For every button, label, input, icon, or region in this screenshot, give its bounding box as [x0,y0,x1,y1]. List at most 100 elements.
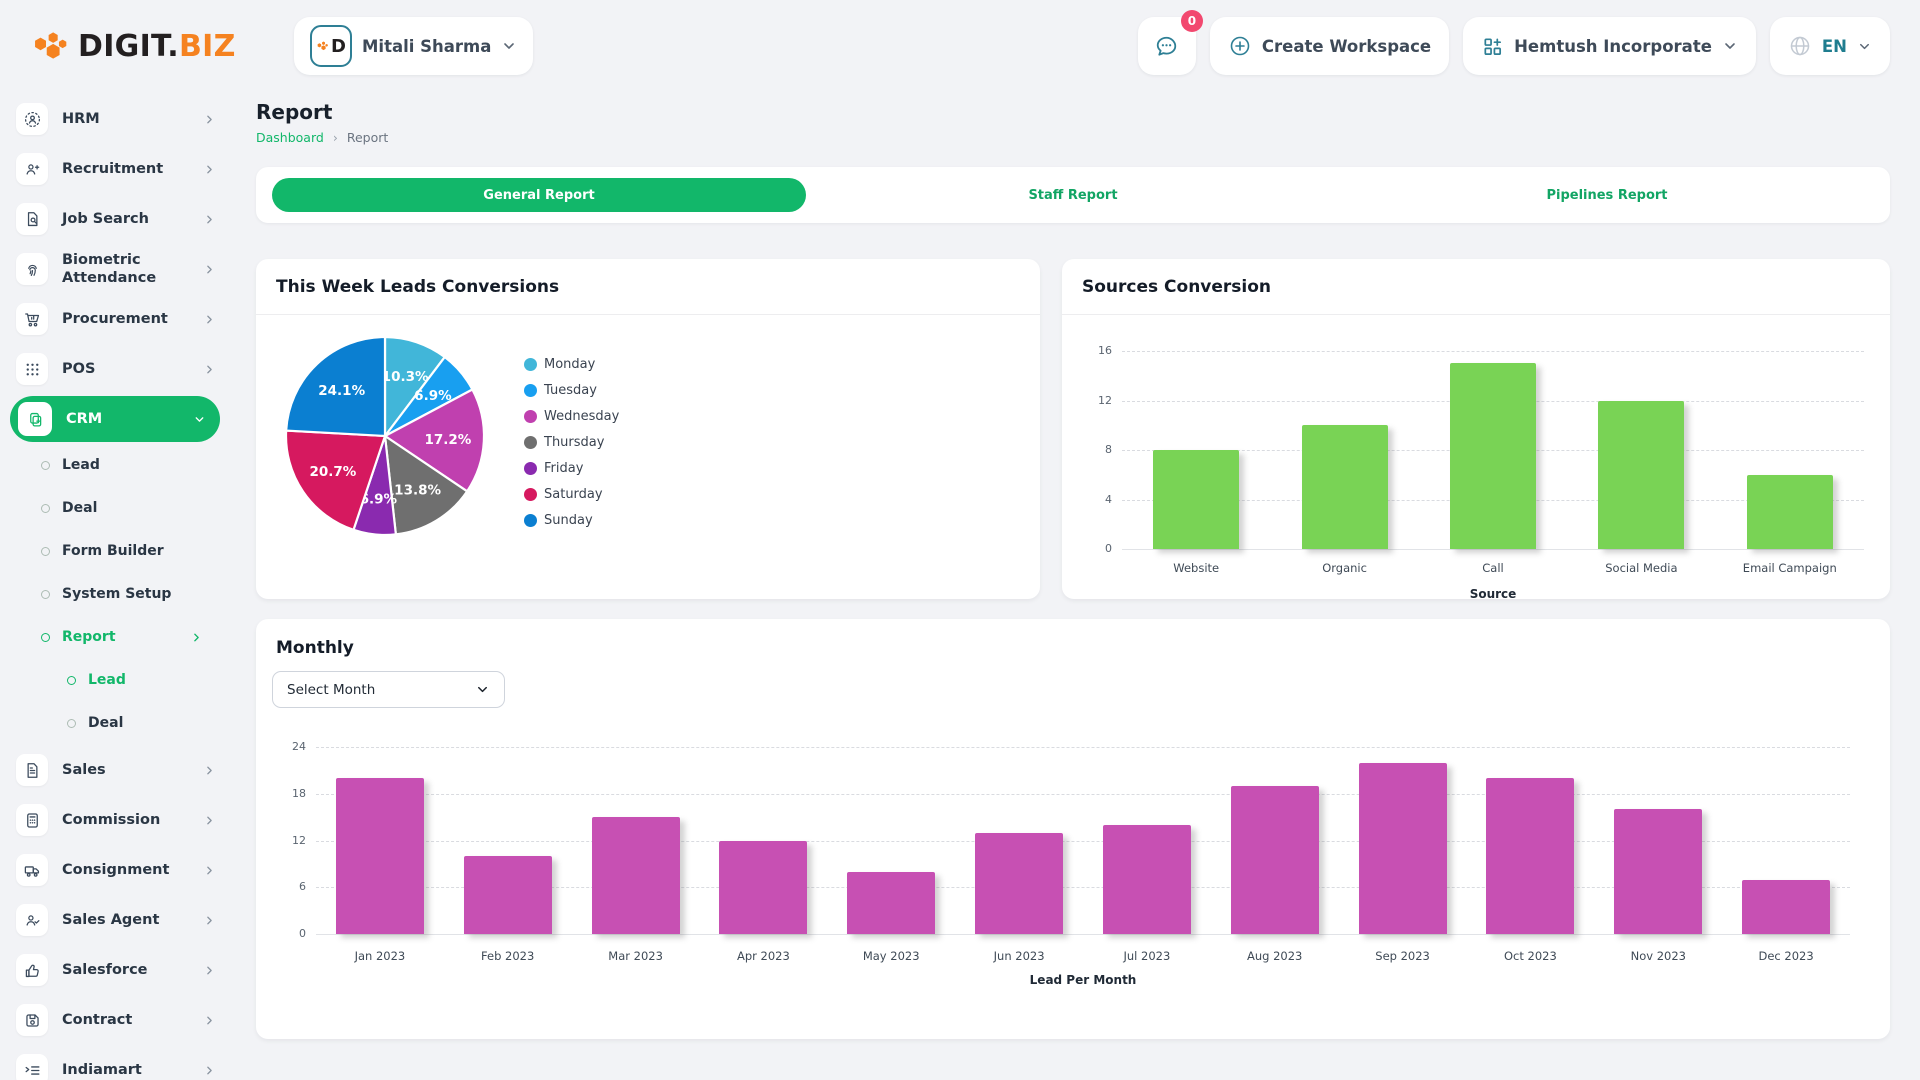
sidebar-subitem-report-l1[interactable]: Report [0,616,230,659]
company-dropdown[interactable]: Hemtush Incorporate [1463,17,1756,75]
sidebar-item-commission[interactable]: Commission [0,795,230,845]
select-month-dropdown[interactable]: Select Month [272,671,505,708]
sidebar-subitem-deal-l1[interactable]: Deal [0,487,230,530]
pie-legend: MondayTuesdayWednesdayThursdayFridaySatu… [524,357,619,528]
workspace-user-name: Mitali Sharma [362,37,491,56]
sidebar-item-sales[interactable]: Sales [0,745,230,795]
legend-label: Thursday [544,435,604,450]
y-tick-label: 12 [1072,394,1112,407]
sidebar-item-label: Job Search [62,210,189,228]
legend-dot-icon [524,514,537,527]
legend-item-thursday: Thursday [524,435,619,450]
bar-social-media [1598,401,1684,550]
sidebar-item-label: Recruitment [62,160,189,178]
tab-pipelines-report[interactable]: Pipelines Report [1340,178,1874,212]
bullet-icon [67,676,76,685]
workspace-hex-icon [316,40,329,52]
chevron-right-icon [203,113,216,126]
pie-value-label: 20.7% [309,464,356,480]
person-check-icon [16,904,48,936]
y-tick-label: 18 [266,787,306,800]
chevron-down-icon [1722,38,1738,54]
chevron-down-icon [501,38,517,54]
legend-item-friday: Friday [524,461,619,476]
x-tick-label: Jun 2023 [949,949,1089,963]
language-dropdown[interactable]: EN [1770,17,1890,75]
sidebar-item-biometric-attendance[interactable]: Biometric Attendance [0,244,230,294]
gridline-8 [1122,450,1864,451]
chevron-down-icon [193,413,206,426]
brand-logo[interactable]: DIGIT.BIZ [30,29,240,64]
sidebar-item-contract[interactable]: Contract [0,995,230,1045]
pie-value-label: 10.3% [382,369,429,385]
sidebar-item-sales-agent[interactable]: Sales Agent [0,895,230,945]
tab-general-report[interactable]: General Report [272,178,806,212]
chevron-right-icon [203,814,216,827]
workspace-user-dropdown[interactable]: D Mitali Sharma [294,17,533,75]
legend-item-monday: Monday [524,357,619,372]
legend-dot-icon [524,410,537,423]
legend-label: Wednesday [544,409,619,424]
tab-staff-report[interactable]: Staff Report [806,178,1340,212]
person-focus-icon [16,103,48,135]
gridline-4 [1122,500,1864,501]
sidebar-subitem-label: System Setup [62,586,203,604]
thumbs-up-icon [16,954,48,986]
bar-email-campaign [1747,475,1833,549]
sidebar-item-label: CRM [66,410,179,428]
sidebar-item-pos[interactable]: POS [0,344,230,394]
sidebar-item-consignment[interactable]: Consignment [0,845,230,895]
sidebar-item-indiamart[interactable]: Indiamart [0,1045,230,1080]
sidebar-subitem-deal-l2[interactable]: Deal [0,702,230,745]
brand-name: DIGIT.BIZ [78,29,236,64]
x-axis-title: Source [1122,587,1864,601]
workspace-logo: D [310,25,352,67]
chevron-down-icon [475,682,490,697]
person-plus-icon [16,153,48,185]
sidebar-subitem-lead-l2[interactable]: Lead [0,659,230,702]
top-navbar: DIGIT.BIZ D Mitali Sharma 0 Create Works… [0,0,1920,92]
x-tick-label: Apr 2023 [693,949,833,963]
sidebar-item-salesforce[interactable]: Salesforce [0,945,230,995]
legend-item-wednesday: Wednesday [524,409,619,424]
legend-dot-icon [524,436,537,449]
chevron-right-icon [203,313,216,326]
sidebar-item-crm[interactable]: CRM [10,396,220,442]
sidebar-subitem-lead-l1[interactable]: Lead [0,444,230,487]
gridline-6 [316,887,1850,888]
sidebar-item-label: Sales Agent [62,911,189,929]
sidebar-item-recruitment[interactable]: Recruitment [0,144,230,194]
sidebar-item-job-search[interactable]: Job Search [0,194,230,244]
page-title: Report [256,100,1890,124]
pie-value-label: 13.8% [394,483,441,499]
x-tick-label: Email Campaign [1720,561,1860,575]
weekly-leads-card-title: This Week Leads Conversions [276,277,559,297]
sidebar-subitem-system-setup-l1[interactable]: System Setup [0,573,230,616]
legend-dot-icon [524,488,537,501]
legend-dot-icon [524,358,537,371]
sidebar-item-label: Contract [62,1011,189,1029]
chevron-right-icon [203,163,216,176]
breadcrumb-dashboard-link[interactable]: Dashboard [256,130,324,145]
sidebar-subitem-form-builder-l1[interactable]: Form Builder [0,530,230,573]
sidebar-item-label: Procurement [62,310,189,328]
sidebar-item-label: HRM [62,110,189,128]
create-workspace-button[interactable]: Create Workspace [1210,17,1449,75]
sidebar-item-label: Biometric Attendance [62,251,189,287]
bullet-icon [41,590,50,599]
x-axis-title: Lead Per Month [316,973,1850,987]
doc-search-icon [16,203,48,235]
calculator-icon [16,804,48,836]
sidebar-item-label: POS [62,360,189,378]
legend-label: Saturday [544,487,603,502]
truck-icon [16,854,48,886]
crm-cards-icon [18,402,52,436]
language-code: EN [1822,37,1847,56]
chevron-down-icon [1857,39,1872,54]
bar-apr-2023 [719,841,807,935]
chevron-right-icon [203,914,216,927]
sidebar-item-procurement[interactable]: Procurement [0,294,230,344]
sidebar-item-hrm[interactable]: HRM [0,94,230,144]
sources-card-header: Sources Conversion [1062,259,1890,315]
select-month-label: Select Month [287,682,375,698]
